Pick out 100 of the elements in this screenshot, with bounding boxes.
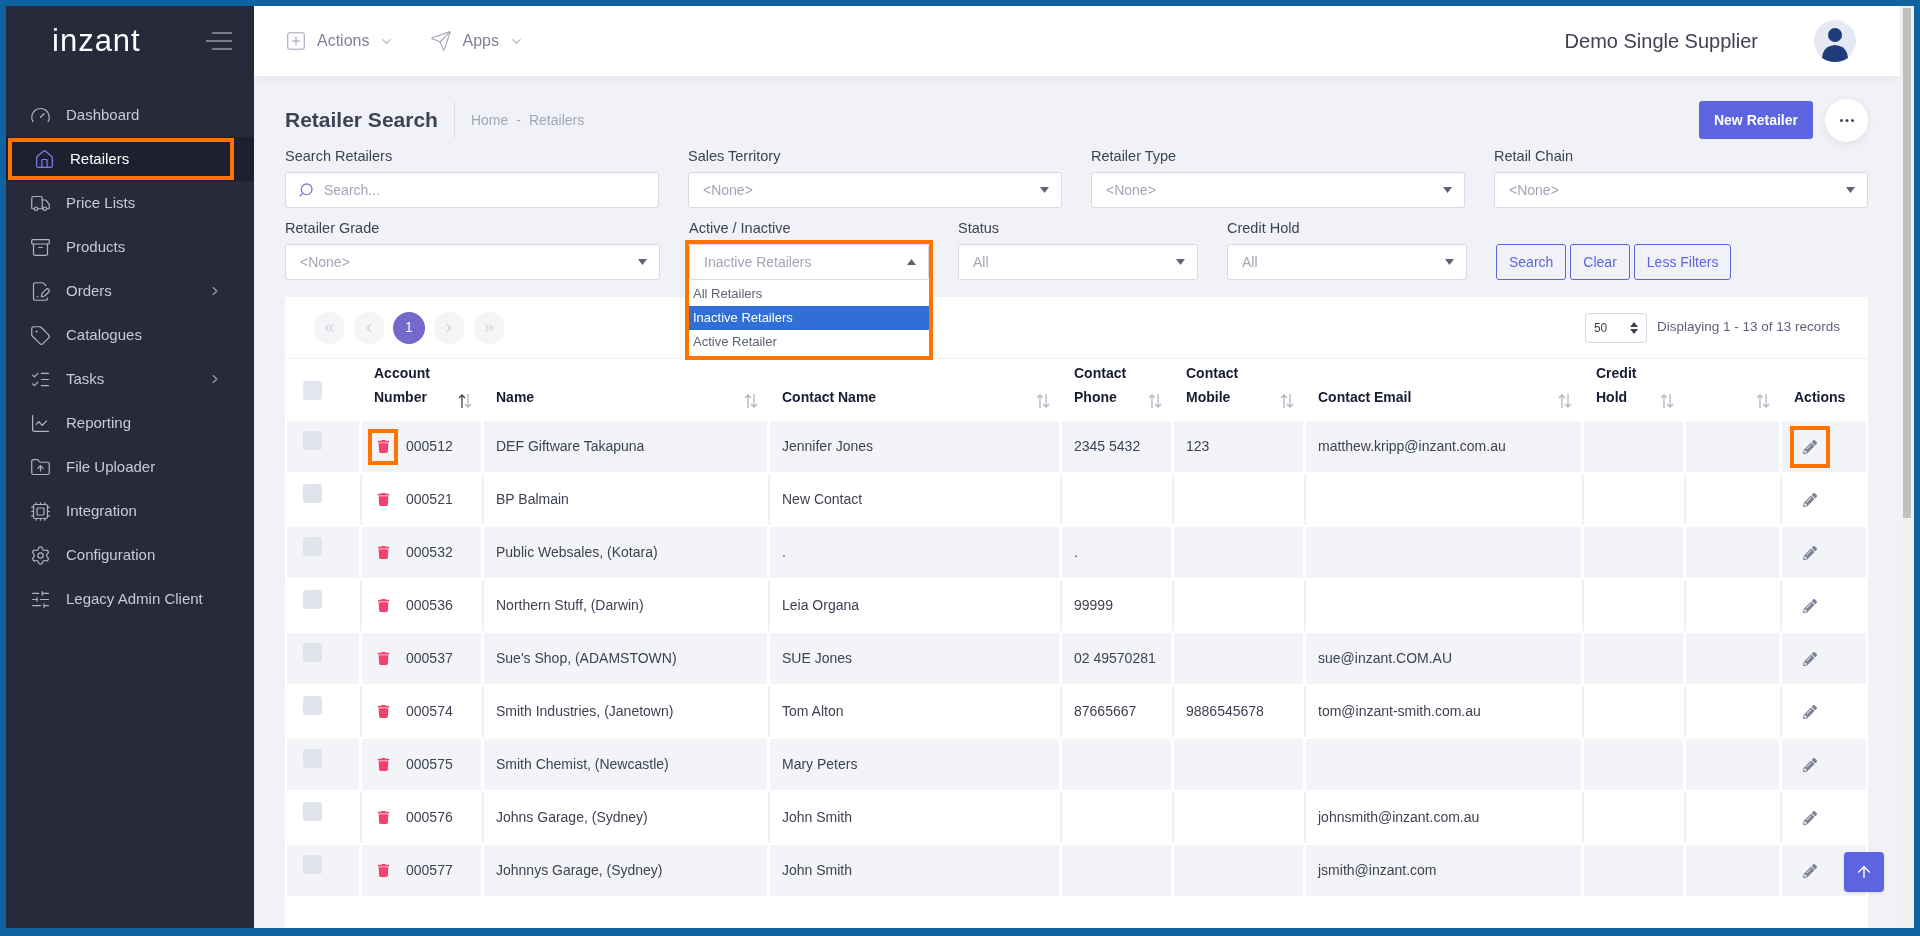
table-cell-text: Johnnys Garage, (Sydney) [496,861,663,880]
select-all-checkbox[interactable] [303,380,322,400]
table-cell-text: 000537 [406,649,453,668]
delete-button[interactable] [368,428,398,465]
more-button[interactable] [1825,98,1868,142]
filter-button[interactable]: Less Filters [1633,244,1732,280]
first-page-button[interactable] [313,311,345,344]
trash-icon [376,758,390,771]
table-cell-text: 2345 5432 [1074,437,1141,456]
settings-icon [30,544,51,566]
row-checkbox[interactable] [303,802,322,821]
table-cell-text: 000521 [406,490,453,509]
filter-label: Status [958,219,1001,238]
menu-icon[interactable] [206,32,232,50]
filter-label: Sales Territory [688,147,782,166]
trash-icon [376,652,390,665]
dropdown-option[interactable]: Inactive Retailers [689,306,929,330]
edit-button[interactable] [1790,425,1830,468]
table-cell-text: DEF Giftware Takapuna [496,437,645,456]
filter-label: Active / Inactive [689,219,792,238]
sidebar-item[interactable]: Tasks [8,358,234,400]
select-field[interactable]: <None> [285,244,660,280]
scroll-top-button[interactable] [1844,852,1884,892]
select-field[interactable]: Inactive Retailers [689,244,929,280]
dropdown-option[interactable]: Active Retailer [689,330,929,354]
page-size-select[interactable]: 50 [1584,312,1647,343]
new-retailer-button[interactable]: New Retailer [1698,101,1813,139]
breadcrumb-separator: - [516,110,521,130]
table-cell-text: 87665667 [1074,702,1137,721]
pencil-icon [1803,704,1817,719]
filter-label: Retailer Grade [285,219,381,238]
sidebar-item[interactable]: Products [8,226,234,268]
sort-icon[interactable] [458,393,472,409]
folder-upload-icon [30,456,51,478]
table-cell-text: Leia Organa [782,596,860,615]
select-field[interactable]: All [1227,244,1467,280]
scrollbar[interactable] [1900,6,1914,928]
avatar-icon[interactable] [1814,20,1856,62]
table-cell-text: 000576 [406,808,453,827]
sidebar-item[interactable]: Reporting [8,402,234,444]
filter-button[interactable]: Clear [1570,244,1630,280]
row-checkbox[interactable] [303,484,322,503]
sidebar-item[interactable]: Configuration [8,534,234,576]
select-field[interactable]: <None> [1091,172,1465,208]
row-checkbox[interactable] [303,590,322,609]
sidebar-item[interactable]: Legacy Admin Client [8,578,234,620]
table-cell-text: jsmith@inzant.com [1318,861,1437,880]
sidebar-item[interactable]: Retailers [8,138,234,180]
column-header: Contact Name [782,388,877,407]
table-cell-text: New Contact [782,490,863,509]
account-name: Demo Single Supplier [1564,29,1758,54]
row-checkbox[interactable] [303,696,322,715]
logo: inzant [52,21,141,60]
paper-plane-icon [430,30,453,52]
table-cell-text: SUE Jones [782,649,853,668]
table-cell-text: Mary Peters [782,755,858,774]
pencil-icon [1803,863,1817,878]
table-cell-text: 000512 [406,437,453,456]
tag-icon [30,324,51,346]
select-field[interactable]: <None> [1494,172,1868,208]
sidebar-item[interactable]: Price Lists [8,182,234,224]
menu-button[interactable]: Actions [285,29,395,53]
search-field[interactable]: Search... [285,172,659,208]
table-cell-text: Sue's Shop, (ADAMSTOWN) [496,649,677,668]
document-pen-icon [30,280,51,302]
filter-button[interactable]: Search [1496,244,1567,280]
previous-page-button[interactable] [353,311,385,344]
table-cell-text: matthew.kripp@inzant.com.au [1318,437,1506,456]
menu-button[interactable]: Apps [430,29,524,53]
dropdown-option[interactable]: All Retailers [689,282,929,306]
filter-label: Retailer Type [1091,147,1178,166]
table-cell-text: sue@inzant.COM.AU [1318,649,1453,668]
trash-icon [376,705,390,718]
table-cell-text: Tom Alton [782,702,844,721]
caret-icon [1846,187,1855,193]
page-button[interactable]: 1 [393,311,425,344]
next-page-button[interactable] [433,311,465,344]
table-cell-text: . [782,543,786,562]
archive-icon [30,236,51,258]
trash-icon [376,440,390,453]
column-header: Credit Hold [1596,364,1638,407]
sidebar-item[interactable]: Catalogues [8,314,234,356]
table-cell-text: tom@inzant-smith.com.au [1318,702,1481,721]
column-header: Name [496,388,535,407]
table-cell-text: John Smith [782,861,853,880]
sidebar-item[interactable]: Integration [8,490,234,532]
sidebar-item[interactable]: Dashboard [8,94,234,136]
search-icon [298,182,314,198]
table-cell-text: . [1074,543,1078,562]
select-field[interactable]: All [958,244,1198,280]
caret-icon [907,259,916,265]
table-cell-text: Smith Industries, (Janetown) [496,702,674,721]
select-field[interactable]: <None> [688,172,1062,208]
table-cell-text: Jennifer Jones [782,437,874,456]
house-icon [34,148,55,170]
square-plus-icon [285,30,307,52]
sidebar-item[interactable]: File Uploader [8,446,234,488]
sidebar-item[interactable]: Orders [8,270,234,312]
last-page-button[interactable] [473,311,505,344]
filter-label: Credit Hold [1227,219,1301,238]
